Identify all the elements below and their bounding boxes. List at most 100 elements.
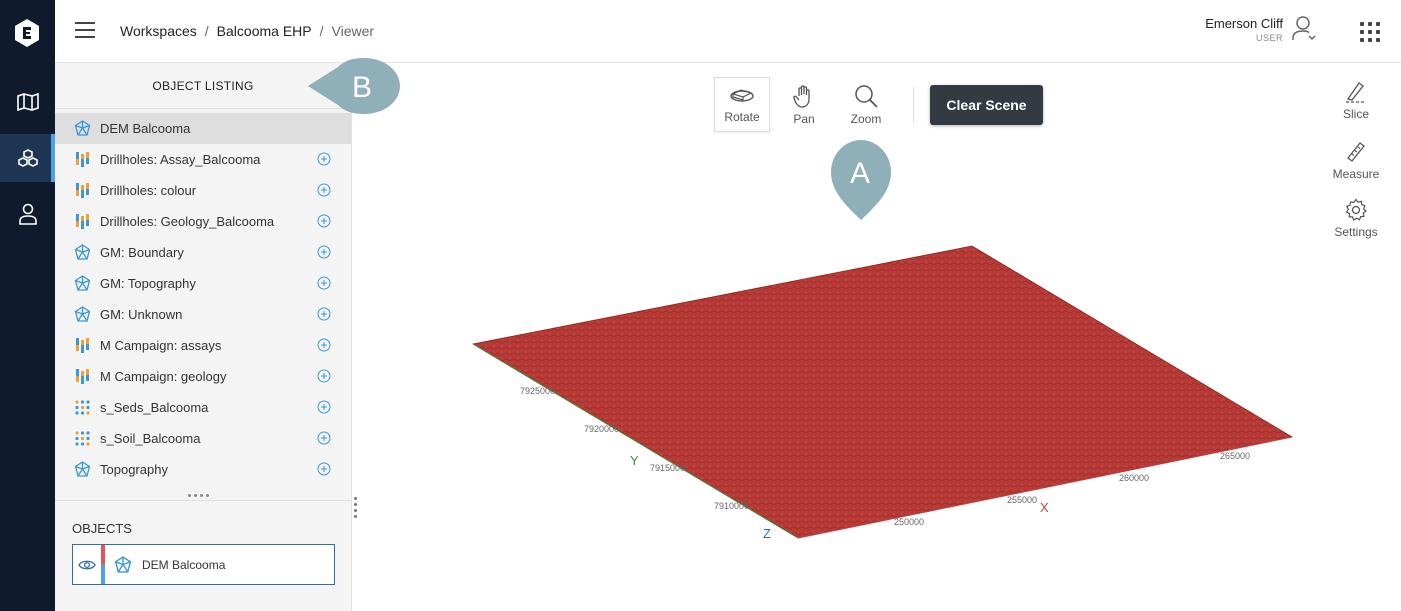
breadcrumb: Workspaces / Balcooma EHP / Viewer bbox=[120, 23, 374, 39]
mesh-icon bbox=[73, 244, 91, 262]
clear-scene-button[interactable]: Clear Scene bbox=[930, 85, 1043, 125]
add-circle-icon[interactable] bbox=[317, 245, 331, 259]
list-item-label: DEM Balcooma bbox=[100, 121, 191, 136]
zoom-tool-button[interactable]: Zoom bbox=[838, 77, 894, 132]
x-tick: 255000 bbox=[1007, 495, 1037, 505]
settings-tool-button[interactable]: Settings bbox=[1326, 198, 1386, 239]
add-circle-icon[interactable] bbox=[317, 400, 331, 414]
list-item[interactable]: M Campaign: assays bbox=[55, 330, 351, 361]
toolbar-divider bbox=[913, 87, 914, 123]
callout-b: B bbox=[308, 58, 400, 114]
breadcrumb-separator: / bbox=[319, 23, 324, 39]
rotate-label: Rotate bbox=[724, 109, 760, 124]
nav-map[interactable] bbox=[0, 78, 55, 126]
x-tick: 265000 bbox=[1220, 451, 1250, 461]
breadcrumb-workspace[interactable]: Balcooma EHP bbox=[217, 23, 312, 39]
list-item[interactable]: GM: Topography bbox=[55, 268, 351, 299]
list-item[interactable]: Drillholes: Assay_Balcooma bbox=[55, 144, 351, 175]
rotate-icon bbox=[730, 88, 754, 102]
mesh-icon bbox=[73, 306, 91, 324]
add-circle-icon[interactable] bbox=[317, 431, 331, 445]
list-item[interactable]: s_Soil_Balcooma bbox=[55, 423, 351, 454]
list-item[interactable]: DEM Balcooma bbox=[55, 113, 351, 144]
breadcrumb-workspaces[interactable]: Workspaces bbox=[120, 23, 197, 39]
apps-grid-icon[interactable] bbox=[1360, 22, 1380, 42]
viewer-canvas[interactable]: 7925000 7920000 7915000 7910000 250000 2… bbox=[352, 63, 1401, 611]
measure-tool-button[interactable]: Measure bbox=[1326, 140, 1386, 181]
magnifier-icon bbox=[855, 84, 878, 108]
list-item[interactable]: Drillholes: colour bbox=[55, 175, 351, 206]
svg-text:B: B bbox=[352, 71, 372, 104]
slice-tool-button[interactable]: Slice bbox=[1326, 80, 1386, 121]
mesh-icon bbox=[73, 461, 91, 479]
y-axis-label: Y bbox=[630, 453, 639, 468]
object-label: DEM Balcooma bbox=[142, 557, 226, 572]
points-icon bbox=[73, 430, 91, 448]
scene-object-card[interactable]: DEM Balcooma bbox=[72, 544, 335, 585]
breadcrumb-current: Viewer bbox=[331, 23, 375, 39]
pan-label: Pan bbox=[793, 111, 815, 126]
mesh-icon bbox=[73, 275, 91, 293]
list-item[interactable]: M Campaign: geology bbox=[55, 361, 351, 392]
app-logo-icon[interactable] bbox=[14, 18, 40, 48]
add-circle-icon[interactable] bbox=[317, 338, 331, 352]
list-item-label: Drillholes: Assay_Balcooma bbox=[100, 152, 261, 167]
pan-tool-button[interactable]: Pan bbox=[776, 77, 832, 132]
slice-icon bbox=[1346, 82, 1366, 103]
list-item-label: Drillholes: colour bbox=[100, 183, 197, 198]
list-item-label: Topography bbox=[100, 462, 168, 477]
svg-text:A: A bbox=[850, 157, 870, 190]
nav-objects[interactable] bbox=[0, 134, 55, 182]
mesh-icon bbox=[73, 120, 91, 138]
add-circle-icon[interactable] bbox=[317, 214, 331, 228]
add-circle-icon[interactable] bbox=[317, 183, 331, 197]
x-tick: 260000 bbox=[1119, 473, 1149, 483]
rotate-tool-button[interactable]: Rotate bbox=[714, 77, 770, 132]
ruler-icon bbox=[1347, 142, 1365, 162]
object-listing-title: OBJECT LISTING bbox=[55, 63, 351, 109]
list-item-label: Drillholes: Geology_Balcooma bbox=[100, 214, 275, 229]
x-axis-label: X bbox=[1040, 500, 1049, 515]
menu-icon[interactable] bbox=[75, 22, 95, 40]
add-circle-icon[interactable] bbox=[317, 276, 331, 290]
add-circle-icon[interactable] bbox=[317, 152, 331, 166]
objects-icon bbox=[17, 149, 38, 167]
object-color-strip bbox=[101, 545, 105, 584]
breadcrumb-separator: / bbox=[204, 23, 209, 39]
gear-icon bbox=[1345, 198, 1367, 221]
hand-icon bbox=[793, 84, 810, 108]
user-role: USER bbox=[1255, 33, 1283, 43]
measure-label: Measure bbox=[1332, 167, 1380, 181]
list-item[interactable]: s_Seds_Balcooma bbox=[55, 392, 351, 423]
map-icon bbox=[16, 93, 39, 111]
eye-icon[interactable] bbox=[73, 545, 101, 584]
add-circle-icon[interactable] bbox=[317, 462, 331, 476]
add-circle-icon[interactable] bbox=[317, 369, 331, 383]
add-circle-icon[interactable] bbox=[317, 307, 331, 321]
list-item-label: GM: Topography bbox=[100, 276, 196, 291]
user-menu-icon[interactable] bbox=[1291, 15, 1319, 43]
terrain-surface[interactable] bbox=[473, 246, 1292, 538]
drillhole-icon bbox=[73, 368, 91, 386]
y-tick: 7910000 bbox=[714, 501, 749, 511]
callout-a: A bbox=[831, 140, 891, 220]
y-tick: 7920000 bbox=[584, 424, 619, 434]
objects-title: OBJECTS bbox=[72, 521, 132, 536]
panel-resize-handle[interactable] bbox=[188, 494, 209, 497]
drillhole-icon bbox=[73, 182, 91, 200]
x-tick: 250000 bbox=[894, 517, 924, 527]
y-tick: 7925000 bbox=[520, 386, 555, 396]
list-item[interactable]: GM: Unknown bbox=[55, 299, 351, 330]
top-bar: Workspaces / Balcooma EHP / Viewer Emers… bbox=[55, 0, 1401, 63]
list-item[interactable]: Drillholes: Geology_Balcooma bbox=[55, 206, 351, 237]
nav-profile[interactable] bbox=[0, 190, 55, 238]
list-item-label: s_Seds_Balcooma bbox=[100, 400, 209, 415]
user-info[interactable]: Emerson Cliff USER bbox=[1205, 16, 1283, 43]
object-sidebar: OBJECT LISTING DEM Balcooma Drillholes: … bbox=[55, 63, 352, 611]
drillhole-icon bbox=[73, 337, 91, 355]
app-rail bbox=[0, 0, 55, 611]
list-item[interactable]: Topography bbox=[55, 454, 351, 485]
person-icon bbox=[18, 203, 37, 225]
list-item[interactable]: GM: Boundary bbox=[55, 237, 351, 268]
y-tick: 7915000 bbox=[650, 463, 685, 473]
